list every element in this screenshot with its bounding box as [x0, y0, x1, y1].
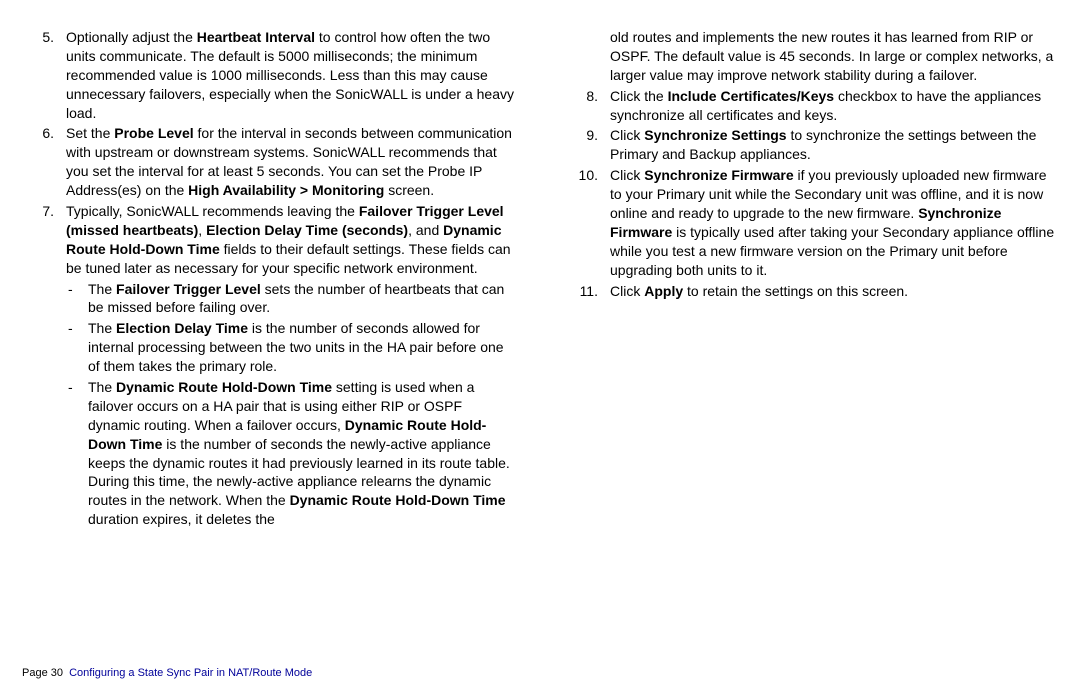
term-election-delay-time: Election Delay Time: [116, 320, 248, 336]
text: old routes and implements the new routes…: [610, 29, 1053, 83]
term-synchronize-firmware: Synchronize Firmware: [644, 167, 793, 183]
text: Click: [610, 127, 644, 143]
text: The: [88, 281, 116, 297]
list-body: Typically, SonicWALL recommends leaving …: [66, 202, 516, 531]
text: Click: [610, 283, 644, 299]
dash-icon: -: [66, 280, 88, 318]
list-number: 9.: [564, 126, 610, 164]
term-dynamic-route-hold-down: Dynamic Route Hold-Down Time: [290, 492, 506, 508]
text: ,: [198, 222, 206, 238]
list-body: Set the Probe Level for the interval in …: [66, 124, 516, 200]
list-item-10: 10. Click Synchronize Firmware if you pr…: [564, 166, 1060, 279]
list-number: 8.: [564, 87, 610, 125]
text: The: [88, 320, 116, 336]
continuation-text: old routes and implements the new routes…: [564, 28, 1060, 85]
section-title: Configuring a State Sync Pair in NAT/Rou…: [69, 667, 312, 679]
sub-item-failover-trigger: - The Failover Trigger Level sets the nu…: [66, 280, 516, 318]
text: Click: [610, 167, 644, 183]
list-number: 5.: [20, 28, 66, 122]
sub-body: The Failover Trigger Level sets the numb…: [88, 280, 516, 318]
list-number: 10.: [564, 166, 610, 279]
columns: 5. Optionally adjust the Heartbeat Inter…: [20, 28, 1060, 533]
text: to retain the settings on this screen.: [683, 283, 908, 299]
dash-icon: -: [66, 378, 88, 529]
term-failover-trigger-level: Failover Trigger Level: [116, 281, 261, 297]
sub-list: - The Failover Trigger Level sets the nu…: [66, 280, 516, 530]
text: Optionally adjust the: [66, 29, 197, 45]
list-body: Optionally adjust the Heartbeat Interval…: [66, 28, 516, 122]
sub-body: The Dynamic Route Hold-Down Time setting…: [88, 378, 516, 529]
list-body: Click Apply to retain the settings on th…: [610, 282, 1060, 301]
list-body: Click Synchronize Settings to synchroniz…: [610, 126, 1060, 164]
sub-body: The Election Delay Time is the number of…: [88, 319, 516, 376]
term-election-delay-time: Election Delay Time (seconds): [206, 222, 408, 238]
text: Set the: [66, 125, 114, 141]
term-probe-level: Probe Level: [114, 125, 193, 141]
dash-icon: -: [66, 319, 88, 376]
text: Typically, SonicWALL recommends leaving …: [66, 203, 359, 219]
sub-item-dynamic-route-hold-down: - The Dynamic Route Hold-Down Time setti…: [66, 378, 516, 529]
term-apply: Apply: [644, 283, 683, 299]
list-number: 11.: [564, 282, 610, 301]
page-footer: Page 30 Configuring a State Sync Pair in…: [22, 666, 312, 681]
text: duration expires, it deletes the: [88, 511, 275, 527]
term-synchronize-settings: Synchronize Settings: [644, 127, 786, 143]
text: screen.: [384, 182, 434, 198]
sub-item-election-delay: - The Election Delay Time is the number …: [66, 319, 516, 376]
list-item-11: 11. Click Apply to retain the settings o…: [564, 282, 1060, 301]
term-ha-monitoring: High Availability > Monitoring: [188, 182, 384, 198]
text: is typically used after taking your Seco…: [610, 224, 1054, 278]
ordered-list-right: 8. Click the Include Certificates/Keys c…: [564, 87, 1060, 301]
list-number: 7.: [20, 202, 66, 531]
term-heartbeat-interval: Heartbeat Interval: [197, 29, 315, 45]
list-body: Click Synchronize Firmware if you previo…: [610, 166, 1060, 279]
text: , and: [408, 222, 443, 238]
list-item-6: 6. Set the Probe Level for the interval …: [20, 124, 516, 200]
list-number: 6.: [20, 124, 66, 200]
text: The: [88, 379, 116, 395]
list-item-7: 7. Typically, SonicWALL recommends leavi…: [20, 202, 516, 531]
page-number: Page 30: [22, 667, 63, 679]
ordered-list-left: 5. Optionally adjust the Heartbeat Inter…: [20, 28, 516, 531]
term-dynamic-route-hold-down: Dynamic Route Hold-Down Time: [116, 379, 332, 395]
list-item-9: 9. Click Synchronize Settings to synchro…: [564, 126, 1060, 164]
left-column: 5. Optionally adjust the Heartbeat Inter…: [20, 28, 516, 533]
text: Click the: [610, 88, 668, 104]
right-column: old routes and implements the new routes…: [564, 28, 1060, 533]
list-item-8: 8. Click the Include Certificates/Keys c…: [564, 87, 1060, 125]
page: 5. Optionally adjust the Heartbeat Inter…: [0, 0, 1080, 695]
list-item-5: 5. Optionally adjust the Heartbeat Inter…: [20, 28, 516, 122]
list-body: Click the Include Certificates/Keys chec…: [610, 87, 1060, 125]
term-include-certificates-keys: Include Certificates/Keys: [668, 88, 835, 104]
